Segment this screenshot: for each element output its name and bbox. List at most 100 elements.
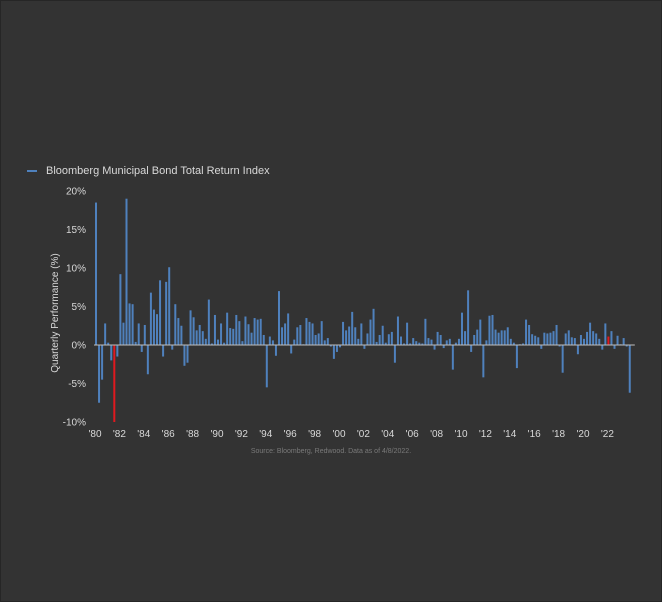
bar — [162, 345, 165, 357]
bar — [192, 317, 195, 345]
bar — [354, 327, 357, 345]
bar — [412, 338, 415, 345]
bar — [473, 334, 476, 345]
bar-chart: Quarterly Performance (%) -10% -5% 0% 5% 10%… — [50, 187, 635, 440]
x-tick-label: '98 — [308, 429, 321, 440]
x-tick-label: '14 — [503, 429, 516, 440]
bars — [95, 198, 631, 422]
bar — [500, 330, 503, 345]
bar — [515, 345, 518, 369]
y-tick-label: 10% — [66, 264, 86, 275]
bar — [183, 345, 186, 366]
bar — [467, 290, 470, 345]
bar — [195, 330, 198, 345]
bar — [576, 345, 579, 355]
bar — [369, 319, 372, 345]
y-tick-label: 5% — [72, 302, 87, 313]
x-tick-label: '94 — [259, 429, 272, 440]
bar — [274, 345, 277, 356]
bar — [579, 334, 582, 345]
bar — [180, 325, 183, 345]
bar — [583, 338, 585, 345]
bar — [168, 267, 171, 345]
bar — [503, 330, 506, 345]
bar — [317, 333, 320, 345]
y-tick-label: 20% — [66, 187, 86, 198]
bar — [290, 345, 293, 354]
y-tick-label: 0% — [72, 341, 87, 352]
bar — [592, 331, 595, 345]
bar — [479, 319, 482, 345]
bar — [174, 304, 177, 345]
bar — [622, 338, 625, 345]
bar — [281, 327, 284, 345]
y-tick-label: 15% — [66, 225, 86, 236]
bar — [253, 318, 256, 345]
bar — [628, 345, 631, 393]
x-tick-label: '90 — [210, 429, 223, 440]
x-tick-label: '10 — [454, 429, 467, 440]
x-tick-label: '86 — [162, 429, 175, 440]
bar — [470, 345, 473, 352]
bar — [540, 345, 543, 349]
bar — [198, 324, 201, 345]
bar — [241, 341, 244, 345]
y-tick-label: -10% — [63, 418, 86, 429]
bar — [555, 324, 558, 345]
bar — [137, 323, 140, 345]
bar — [491, 314, 494, 345]
bar — [226, 312, 229, 345]
bar — [116, 345, 119, 357]
bar — [296, 327, 299, 345]
bar — [113, 345, 116, 422]
bar — [570, 337, 573, 345]
bar — [363, 345, 366, 349]
bar — [393, 345, 396, 363]
bar — [573, 338, 576, 345]
bar — [506, 327, 509, 345]
x-tick-label: '20 — [576, 429, 589, 440]
x-tick-label: '80 — [88, 429, 101, 440]
x-tick-label: '88 — [186, 429, 199, 440]
bar — [372, 308, 375, 345]
bar — [400, 336, 402, 345]
bar — [165, 281, 168, 345]
bar — [299, 324, 302, 345]
bar — [122, 322, 125, 345]
x-tick-label: '92 — [235, 429, 248, 440]
bar — [95, 202, 97, 345]
bar — [488, 315, 491, 345]
x-tick-label: '22 — [601, 429, 614, 440]
bar — [140, 345, 143, 352]
bar — [525, 319, 528, 345]
x-tick-label: '12 — [479, 429, 492, 440]
bar — [552, 331, 555, 345]
bar — [497, 332, 500, 345]
bar — [396, 316, 399, 345]
bar — [268, 336, 271, 345]
bar — [143, 324, 146, 345]
x-tick-label: '84 — [137, 429, 150, 440]
bar — [149, 292, 152, 345]
bar — [235, 314, 238, 345]
bar — [186, 345, 189, 363]
bar — [424, 318, 427, 345]
bar — [387, 334, 390, 345]
bar — [250, 332, 253, 345]
bar — [457, 338, 460, 345]
x-tick-labels: '80 '82 '84 '86 '88 '90 '92 '94 '96 '98 '00 '02 '04 '… — [88, 429, 614, 440]
bar — [528, 324, 531, 345]
bar — [351, 311, 354, 345]
bar — [305, 318, 308, 345]
bar — [586, 331, 589, 345]
bar — [335, 345, 338, 352]
source-note: Source: Bloomberg, Redwood. Data as of 4… — [250, 448, 412, 455]
bar — [98, 345, 101, 403]
bar — [598, 338, 601, 345]
bar — [406, 322, 409, 345]
bar — [171, 345, 174, 350]
bar — [464, 331, 467, 345]
x-tick-label: '18 — [552, 429, 565, 440]
x-tick-label: '96 — [284, 429, 297, 440]
x-tick-label: '04 — [381, 429, 394, 440]
